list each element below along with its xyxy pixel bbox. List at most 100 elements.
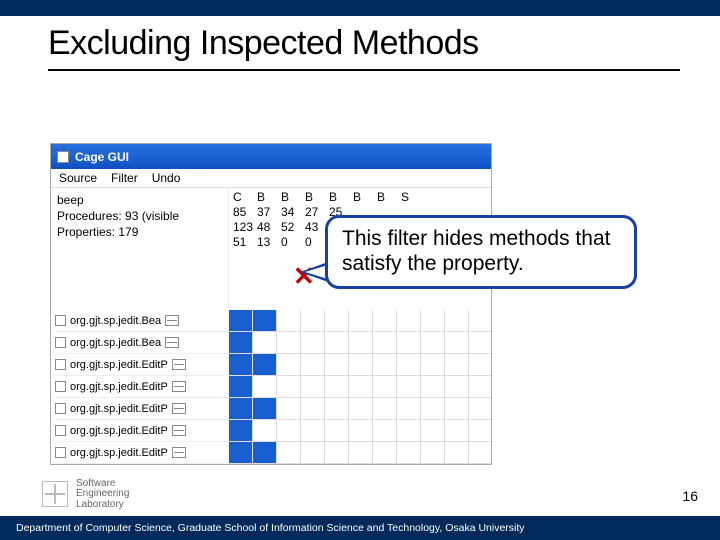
matrix-cell[interactable]: [229, 398, 253, 419]
matrix-cell[interactable]: [397, 332, 421, 353]
matrix-cell[interactable]: [229, 376, 253, 397]
matrix-cell[interactable]: [445, 354, 469, 375]
matrix-cell[interactable]: [253, 354, 277, 375]
matrix-cell[interactable]: [373, 332, 397, 353]
matrix-cell[interactable]: [277, 442, 301, 463]
matrix-cell[interactable]: [301, 442, 325, 463]
matrix-cell[interactable]: [229, 310, 253, 331]
matrix-cell[interactable]: [397, 354, 421, 375]
matrix-cell[interactable]: [229, 332, 253, 353]
menu-bar: Source Filter Undo: [51, 169, 491, 188]
list-item[interactable]: org.gjt.sp.jedit.Bea: [55, 310, 229, 332]
matrix-cell[interactable]: [349, 332, 373, 353]
list-item[interactable]: org.gjt.sp.jedit.EditP: [55, 442, 229, 464]
matrix-cell[interactable]: [325, 376, 349, 397]
matrix-cell[interactable]: [397, 376, 421, 397]
matrix-cell[interactable]: [253, 332, 277, 353]
matrix-cell[interactable]: [445, 442, 469, 463]
checkbox-icon[interactable]: [55, 337, 66, 348]
matrix-cell[interactable]: [229, 354, 253, 375]
list-item[interactable]: org.gjt.sp.jedit.EditP: [55, 354, 229, 376]
matrix-cell[interactable]: [373, 442, 397, 463]
menu-filter[interactable]: Filter: [111, 171, 138, 185]
checkbox-icon[interactable]: [55, 403, 66, 414]
matrix-cell[interactable]: [373, 310, 397, 331]
checkbox-icon[interactable]: [55, 447, 66, 458]
matrix-cell[interactable]: [253, 420, 277, 441]
matrix-cell[interactable]: [421, 442, 445, 463]
checkbox-icon[interactable]: [55, 381, 66, 392]
list-item[interactable]: org.gjt.sp.jedit.EditP: [55, 376, 229, 398]
matrix-cell[interactable]: [421, 398, 445, 419]
matrix-cell[interactable]: [325, 442, 349, 463]
matrix-cell[interactable]: [397, 310, 421, 331]
lab-logo: Software Engineering Laboratory: [42, 479, 129, 511]
matrix-cell[interactable]: [445, 332, 469, 353]
system-icon: [57, 151, 69, 163]
matrix-cell[interactable]: [301, 310, 325, 331]
matrix-cell[interactable]: [397, 420, 421, 441]
matrix-cell[interactable]: [349, 354, 373, 375]
matrix-cell[interactable]: [325, 420, 349, 441]
matrix-cell[interactable]: [373, 354, 397, 375]
matrix-cell[interactable]: [229, 420, 253, 441]
method-label: org.gjt.sp.jedit.EditP: [70, 359, 168, 371]
list-item[interactable]: org.gjt.sp.jedit.EditP: [55, 420, 229, 442]
matrix-cell[interactable]: [445, 398, 469, 419]
matrix-cell[interactable]: [301, 398, 325, 419]
envelope-icon: [165, 315, 179, 326]
list-item[interactable]: org.gjt.sp.jedit.EditP: [55, 398, 229, 420]
menu-undo[interactable]: Undo: [152, 171, 181, 185]
hdr-cell: 52: [281, 220, 301, 235]
checkbox-icon[interactable]: [55, 359, 66, 370]
matrix-cell[interactable]: [301, 420, 325, 441]
checkbox-icon[interactable]: [55, 425, 66, 436]
matrix-cell[interactable]: [421, 420, 445, 441]
callout-tail: [300, 262, 328, 282]
matrix-cell[interactable]: [253, 398, 277, 419]
matrix-cell[interactable]: [301, 376, 325, 397]
matrix-cell[interactable]: [445, 376, 469, 397]
grid-area: org.gjt.sp.jedit.Beaorg.gjt.sp.jedit.Bea…: [51, 310, 491, 464]
matrix-cell[interactable]: [397, 442, 421, 463]
matrix-cell[interactable]: [253, 442, 277, 463]
envelope-icon: [172, 359, 186, 370]
matrix-cell[interactable]: [325, 398, 349, 419]
matrix-cell[interactable]: [373, 398, 397, 419]
matrix-cell[interactable]: [277, 398, 301, 419]
list-item[interactable]: org.gjt.sp.jedit.Bea: [55, 332, 229, 354]
matrix-cell[interactable]: [277, 420, 301, 441]
matrix-cell[interactable]: [253, 376, 277, 397]
matrix-cell[interactable]: [373, 376, 397, 397]
matrix-cell[interactable]: [373, 420, 397, 441]
checkbox-icon[interactable]: [55, 315, 66, 326]
matrix-cell[interactable]: [325, 354, 349, 375]
matrix-cell[interactable]: [421, 332, 445, 353]
matrix-cell[interactable]: [349, 310, 373, 331]
matrix-cell[interactable]: [325, 310, 349, 331]
menu-source[interactable]: Source: [59, 171, 97, 185]
matrix-cell[interactable]: [301, 332, 325, 353]
matrix-cell[interactable]: [349, 376, 373, 397]
matrix-cell[interactable]: [349, 420, 373, 441]
matrix-cell[interactable]: [277, 376, 301, 397]
matrix-cell[interactable]: [277, 332, 301, 353]
matrix-cell[interactable]: [445, 310, 469, 331]
matrix-cell[interactable]: [277, 354, 301, 375]
matrix-cell[interactable]: [229, 442, 253, 463]
matrix-cell[interactable]: [421, 310, 445, 331]
matrix-cell[interactable]: [421, 376, 445, 397]
matrix-cell[interactable]: [397, 398, 421, 419]
table-row: [229, 376, 491, 398]
matrix-cell[interactable]: [301, 354, 325, 375]
matrix-cell[interactable]: [325, 332, 349, 353]
hdr-cell: 43: [305, 220, 325, 235]
matrix-cell[interactable]: [277, 310, 301, 331]
matrix-cell[interactable]: [421, 354, 445, 375]
matrix-cell[interactable]: [349, 398, 373, 419]
method-list: org.gjt.sp.jedit.Beaorg.gjt.sp.jedit.Bea…: [51, 310, 229, 464]
matrix-cell[interactable]: [253, 310, 277, 331]
matrix-cell[interactable]: [349, 442, 373, 463]
hdr-cell: C: [233, 190, 253, 205]
matrix-cell[interactable]: [445, 420, 469, 441]
